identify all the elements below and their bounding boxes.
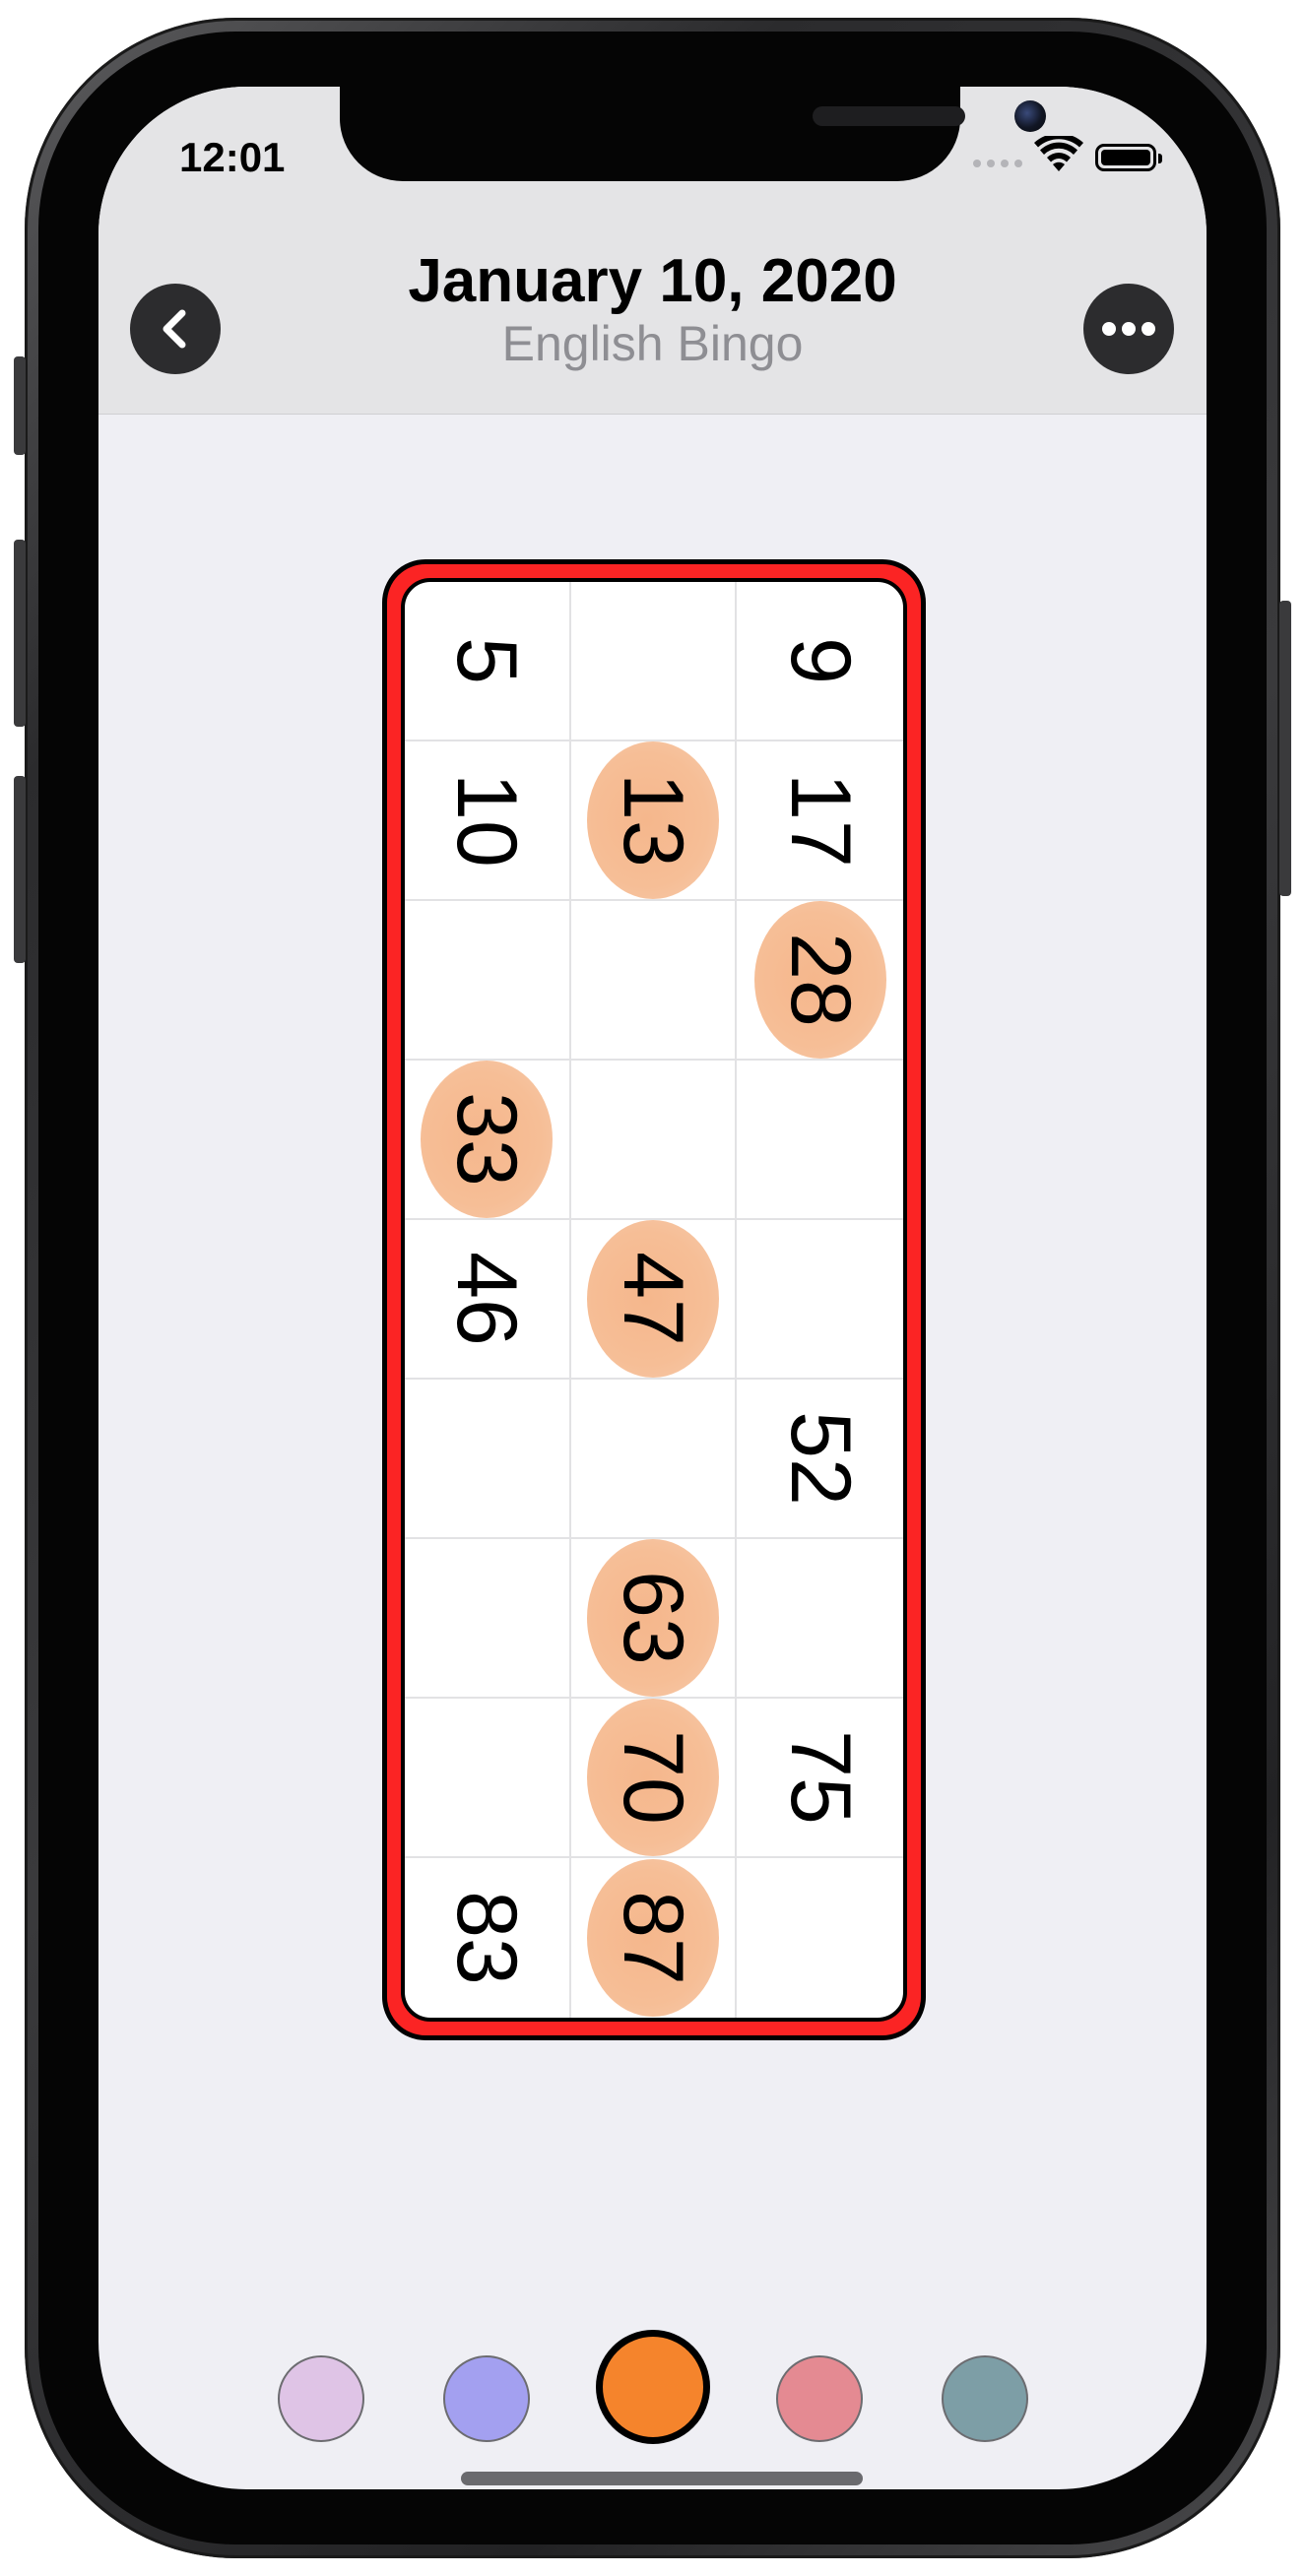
bingo-number: 52 bbox=[772, 1411, 868, 1506]
front-camera bbox=[1014, 100, 1046, 132]
bingo-number: 63 bbox=[605, 1571, 700, 1665]
bingo-cell-5[interactable]: 5 bbox=[405, 582, 571, 741]
bingo-cell-empty[interactable] bbox=[570, 582, 738, 741]
bingo-cell-47[interactable]: 47 bbox=[570, 1220, 738, 1380]
color-swatch-4[interactable] bbox=[775, 2355, 863, 2442]
bingo-cell-empty[interactable] bbox=[570, 901, 738, 1061]
bingo-cell-52[interactable]: 52 bbox=[737, 1380, 903, 1539]
bingo-number: 33 bbox=[439, 1092, 535, 1187]
bingo-grid: 5 9 10 13 17 28 33 46 47 52 63 70 75 83 87 bbox=[401, 578, 907, 2022]
bingo-cell-empty[interactable] bbox=[570, 1061, 738, 1220]
more-dots-icon bbox=[1102, 322, 1155, 336]
bingo-cell-83[interactable]: 83 bbox=[405, 1858, 571, 2018]
page-subtitle: English Bingo bbox=[501, 316, 804, 371]
wifi-icon bbox=[1034, 136, 1083, 171]
color-swatch-2[interactable] bbox=[443, 2355, 531, 2442]
mute-switch bbox=[14, 356, 26, 455]
status-time: 12:01 bbox=[179, 134, 286, 180]
color-swatch-3[interactable] bbox=[595, 2330, 710, 2444]
bingo-cell-70[interactable]: 70 bbox=[570, 1699, 738, 1858]
bingo-cell-empty[interactable] bbox=[405, 901, 571, 1061]
volume-up-button bbox=[14, 540, 26, 727]
battery-icon bbox=[1095, 144, 1162, 171]
bingo-cell-empty[interactable] bbox=[737, 1061, 903, 1220]
bingo-cell-empty[interactable] bbox=[737, 1858, 903, 2018]
bingo-cell-empty[interactable] bbox=[737, 1539, 903, 1699]
bingo-cell-17[interactable]: 17 bbox=[737, 741, 903, 901]
bingo-number: 10 bbox=[439, 773, 535, 868]
bingo-number: 47 bbox=[605, 1252, 700, 1346]
bingo-number: 70 bbox=[605, 1730, 700, 1825]
bingo-cell-empty[interactable] bbox=[405, 1539, 571, 1699]
bingo-cell-9[interactable]: 9 bbox=[737, 582, 903, 741]
home-indicator[interactable] bbox=[461, 2472, 863, 2485]
bingo-cell-empty[interactable] bbox=[570, 1380, 738, 1539]
bingo-card: 5 9 10 13 17 28 33 46 47 52 63 70 75 83 87 bbox=[382, 559, 926, 2040]
bingo-cell-63[interactable]: 63 bbox=[570, 1539, 738, 1699]
bingo-cell-empty[interactable] bbox=[405, 1699, 571, 1858]
bingo-number: 83 bbox=[439, 1891, 535, 1985]
bingo-number: 28 bbox=[772, 933, 868, 1027]
screen: 12:01 January 10, 2020 English Bingo 5 9… bbox=[98, 87, 1207, 2489]
back-button[interactable] bbox=[130, 284, 221, 374]
color-swatch-5[interactable] bbox=[942, 2355, 1029, 2442]
bingo-number: 87 bbox=[605, 1891, 700, 1985]
bingo-cell-10[interactable]: 10 bbox=[405, 741, 571, 901]
more-options-button[interactable] bbox=[1083, 284, 1174, 374]
bingo-cell-75[interactable]: 75 bbox=[737, 1699, 903, 1858]
volume-down-button bbox=[14, 776, 26, 963]
bingo-number: 13 bbox=[605, 773, 700, 868]
cellular-signal-icon bbox=[973, 160, 1022, 167]
bingo-number: 5 bbox=[439, 637, 535, 684]
bingo-cell-87[interactable]: 87 bbox=[571, 1858, 738, 2018]
earpiece-speaker bbox=[813, 106, 965, 126]
power-button bbox=[1279, 601, 1291, 896]
bingo-cell-28[interactable]: 28 bbox=[737, 901, 903, 1061]
bingo-number: 46 bbox=[439, 1252, 535, 1346]
page-title: January 10, 2020 bbox=[408, 247, 897, 315]
color-swatch-1[interactable] bbox=[277, 2355, 364, 2442]
bingo-cell-13[interactable]: 13 bbox=[570, 741, 738, 901]
device-notch bbox=[340, 87, 1046, 181]
bingo-number: 17 bbox=[772, 773, 868, 868]
bingo-cell-33[interactable]: 33 bbox=[405, 1061, 571, 1220]
bingo-cell-46[interactable]: 46 bbox=[405, 1220, 571, 1380]
bingo-cell-empty[interactable] bbox=[737, 1220, 903, 1380]
bingo-cell-empty[interactable] bbox=[405, 1380, 571, 1539]
bingo-number: 9 bbox=[772, 637, 868, 684]
bingo-number: 75 bbox=[772, 1730, 868, 1825]
chevron-left-icon bbox=[163, 309, 186, 349]
